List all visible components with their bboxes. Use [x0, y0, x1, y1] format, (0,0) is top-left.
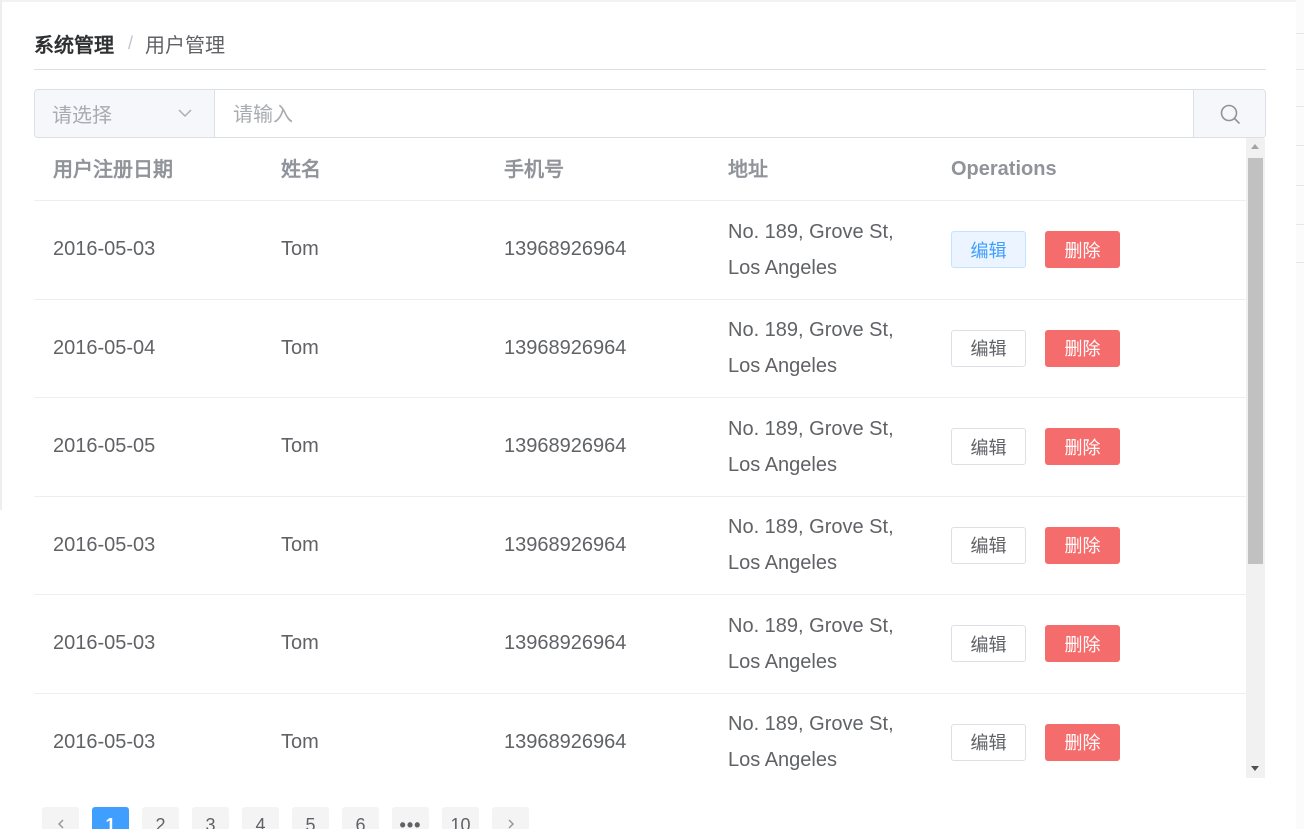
- page-left-edge: [0, 0, 2, 510]
- header-name: 姓名: [281, 157, 321, 181]
- cell-date: 2016-05-03: [53, 533, 156, 556]
- cell-address: No. 189, Grove St, Los Angeles: [728, 694, 928, 779]
- cell-phone: 13968926964: [504, 238, 627, 260]
- next-page-button[interactable]: [492, 807, 529, 829]
- breadcrumb: 系统管理 / 用户管理: [34, 28, 225, 58]
- header-register-date: 用户注册日期: [53, 157, 173, 181]
- cell-operations: 编辑 删除: [951, 694, 1120, 779]
- delete-button[interactable]: 删除: [1045, 526, 1120, 564]
- address-text: No. 189, Grove St, Los Angeles: [728, 319, 894, 377]
- delete-button[interactable]: 删除: [1045, 625, 1120, 662]
- cell-operations: 编辑 删除: [951, 497, 1120, 594]
- search-button[interactable]: [1193, 90, 1265, 137]
- table-row: 2016-05-03 Tom 13968926964 No. 189, Grove S…: [34, 595, 1246, 694]
- cell-phone: 13968926964: [504, 730, 627, 753]
- table-header: 用户注册日期 姓名 手机号 地址 Operations: [34, 138, 1246, 201]
- filter-select[interactable]: 请选择: [35, 90, 215, 137]
- cell-date: 2016-05-04: [53, 336, 156, 359]
- cell-address: No. 189, Grove St, Los Angeles: [728, 595, 928, 692]
- breadcrumb-item-users: 用户管理: [145, 32, 226, 57]
- address-text: No. 189, Grove St, Los Angeles: [728, 220, 894, 279]
- cell-name: Tom: [281, 238, 319, 260]
- address-text: No. 189, Grove St, Los Angeles: [728, 516, 894, 574]
- header-phone: 手机号: [504, 157, 564, 181]
- cell-address: No. 189, Grove St, Los Angeles: [728, 398, 928, 495]
- filter-select-placeholder: 请选择: [52, 103, 112, 127]
- page-top-edge: [0, 0, 1304, 2]
- search-bar: 请选择: [34, 89, 1266, 138]
- address-text: No. 189, Grove St, Los Angeles: [728, 713, 894, 771]
- cell-address: No. 189, Grove St, Los Angeles: [728, 201, 928, 298]
- table-scrollbar[interactable]: [1246, 138, 1265, 778]
- page-button[interactable]: 10: [442, 807, 479, 829]
- delete-button[interactable]: 删除: [1045, 428, 1120, 465]
- page-button[interactable]: 5: [292, 807, 329, 829]
- table-row: 2016-05-03 Tom 13968926964 No. 189, Grove S…: [34, 694, 1246, 779]
- cell-date: 2016-05-03: [53, 730, 156, 753]
- edit-button[interactable]: 编辑: [951, 329, 1026, 367]
- address-text: No. 189, Grove St, Los Angeles: [728, 417, 894, 476]
- cell-address: No. 189, Grove St, Los Angeles: [728, 497, 928, 594]
- header-operations: Operations: [951, 158, 1057, 180]
- table-row: 2016-05-04 Tom 13968926964 No. 189, Grove S…: [34, 300, 1246, 398]
- cell-date: 2016-05-03: [53, 632, 156, 654]
- delete-button[interactable]: 删除: [1045, 723, 1120, 761]
- edit-button[interactable]: 编辑: [951, 428, 1026, 465]
- edit-button[interactable]: 编辑: [951, 625, 1026, 662]
- page-button[interactable]: 4: [242, 807, 279, 829]
- cell-phone: 13968926964: [504, 336, 627, 359]
- cell-phone: 13968926964: [504, 533, 627, 556]
- cell-operations: 编辑 删除: [951, 201, 1120, 298]
- page-button[interactable]: 6: [342, 807, 379, 829]
- edit-button[interactable]: 编辑: [951, 723, 1026, 761]
- prev-page-button[interactable]: [42, 807, 79, 829]
- more-pages-button[interactable]: •••: [392, 807, 429, 829]
- table-row: 2016-05-03 Tom 13968926964 No. 189, Grove S…: [34, 201, 1246, 300]
- cell-phone: 13968926964: [504, 435, 627, 457]
- table-body: 2016-05-03 Tom 13968926964 No. 189, Grove S…: [34, 201, 1246, 778]
- cell-date: 2016-05-03: [53, 238, 156, 260]
- header-address: 地址: [728, 157, 768, 181]
- scroll-up-arrow-icon[interactable]: [1251, 144, 1259, 149]
- cell-phone: 13968926964: [504, 632, 627, 654]
- breadcrumb-divider: [34, 69, 1266, 70]
- cell-operations: 编辑 删除: [951, 595, 1120, 692]
- scroll-thumb[interactable]: [1248, 158, 1263, 564]
- scroll-down-arrow-icon[interactable]: [1251, 766, 1259, 771]
- page-button[interactable]: 3: [192, 807, 229, 829]
- right-edge-strip: [1296, 0, 1304, 829]
- search-icon: [1220, 104, 1240, 124]
- cell-name: Tom: [281, 435, 319, 457]
- user-table: 用户注册日期 姓名 手机号 地址 Operations 2016-05-03 To…: [34, 138, 1246, 778]
- table-row: 2016-05-05 Tom 13968926964 No. 189, Grove S…: [34, 398, 1246, 497]
- cell-address: No. 189, Grove St, Los Angeles: [728, 300, 928, 397]
- cell-name: Tom: [281, 533, 319, 556]
- delete-button[interactable]: 删除: [1045, 329, 1120, 367]
- delete-button[interactable]: 删除: [1045, 231, 1120, 268]
- cell-operations: 编辑 删除: [951, 300, 1120, 397]
- search-input[interactable]: [215, 90, 1193, 137]
- breadcrumb-separator: /: [128, 32, 134, 53]
- next-page-icon: [508, 819, 514, 829]
- page-button[interactable]: 2: [142, 807, 179, 829]
- cell-date: 2016-05-05: [53, 435, 156, 457]
- pagination: 1 2 3 4 5 6 ••• 10: [42, 807, 529, 829]
- cell-name: Tom: [281, 336, 319, 359]
- page-button[interactable]: 1: [92, 807, 129, 829]
- table-row: 2016-05-03 Tom 13968926964 No. 189, Grove S…: [34, 497, 1246, 595]
- edit-button[interactable]: 编辑: [951, 231, 1026, 268]
- prev-page-icon: [57, 819, 63, 829]
- edit-button[interactable]: 编辑: [951, 526, 1026, 564]
- cell-name: Tom: [281, 730, 319, 753]
- address-text: No. 189, Grove St, Los Angeles: [728, 614, 894, 673]
- chevron-down-icon: [178, 109, 192, 117]
- breadcrumb-item-system[interactable]: 系统管理: [34, 29, 114, 58]
- cell-name: Tom: [281, 632, 319, 654]
- cell-operations: 编辑 删除: [951, 398, 1120, 495]
